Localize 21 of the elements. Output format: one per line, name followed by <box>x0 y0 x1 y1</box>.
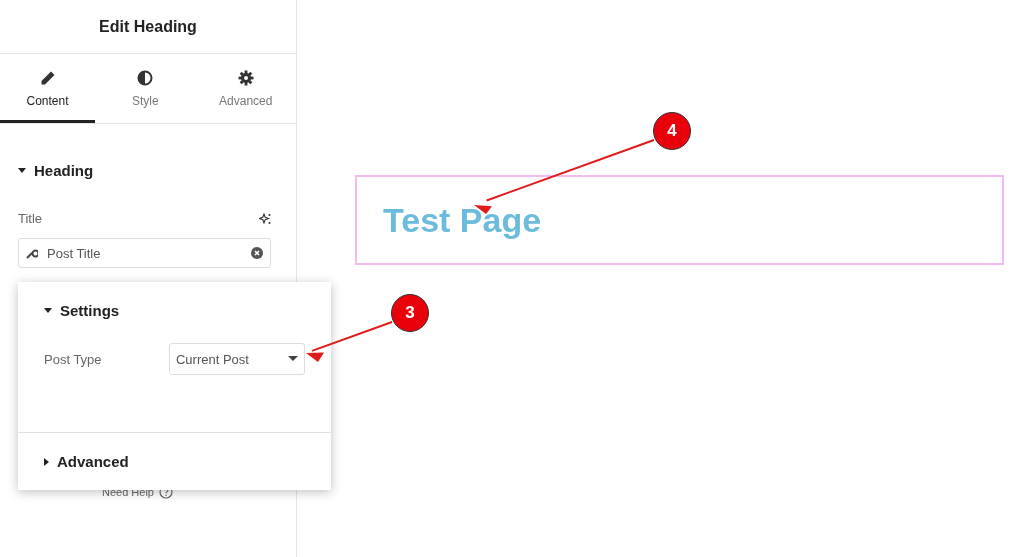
dynamic-tag-field[interactable]: Post Title <box>18 238 271 268</box>
step-badge: 3 <box>391 294 429 332</box>
post-type-dropdown[interactable]: Current Post <box>169 343 305 375</box>
section-toggle[interactable]: Settings <box>44 302 120 319</box>
contrast-icon <box>137 70 154 86</box>
panel-title: Edit Heading <box>99 17 197 36</box>
caret-icon <box>288 356 298 362</box>
wrench-icon <box>26 247 38 259</box>
sparkle-icon[interactable] <box>259 212 271 225</box>
page-heading: Test Page <box>383 200 542 240</box>
tab[interactable]: Style <box>95 54 196 123</box>
tab[interactable]: Content <box>0 54 95 123</box>
step-badge: 4 <box>653 112 691 150</box>
pencil-icon <box>39 70 56 86</box>
section-toggle[interactable]: Heading <box>18 162 94 179</box>
settings-icon <box>237 70 254 86</box>
tab[interactable]: Advanced <box>195 54 296 123</box>
field-label: Post Type <box>44 351 103 367</box>
field-label: Title <box>18 211 43 226</box>
section-toggle[interactable]: Advanced <box>44 453 129 470</box>
clear-icon[interactable] <box>251 247 263 259</box>
